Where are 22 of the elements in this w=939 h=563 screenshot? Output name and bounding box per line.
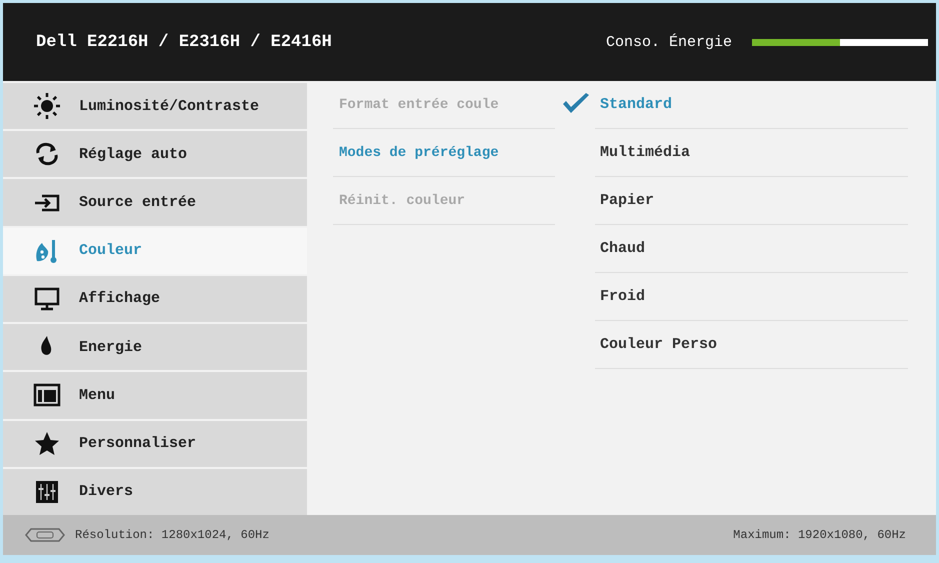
maximum-resolution-text: Maximum: 1920x1080, 60Hz: [733, 528, 906, 542]
check-icon: [561, 92, 591, 116]
star-icon: [33, 430, 61, 458]
menu-item[interactable]: Personnaliser: [3, 420, 307, 467]
menu-item[interactable]: Source entrée: [3, 179, 307, 226]
preset-option[interactable]: Froid: [595, 273, 908, 321]
menu-item[interactable]: Affichage: [3, 276, 307, 322]
window-icon: [33, 381, 61, 410]
energy-label: Conso. Énergie: [606, 34, 732, 50]
connector-icon: [25, 527, 65, 543]
menu-item[interactable]: Menu: [3, 372, 307, 419]
monitor-model-title: Dell E2216H / E2316H / E2416H: [36, 32, 333, 52]
sun-icon: [33, 92, 61, 120]
menu-item[interactable]: Réglage auto: [3, 131, 307, 178]
menu-item[interactable]: Energie: [3, 324, 307, 370]
menu-item[interactable]: Luminosité/Contraste: [3, 83, 307, 130]
menu-item[interactable]: Divers: [3, 468, 307, 515]
preset-option[interactable]: Papier: [595, 177, 908, 225]
resolution-text: Résolution: 1280x1024, 60Hz: [75, 528, 270, 542]
preset-option[interactable]: Chaud: [595, 225, 908, 273]
preset-option[interactable]: Couleur Perso: [595, 321, 908, 369]
preset-option[interactable]: Multimédia: [595, 129, 908, 177]
